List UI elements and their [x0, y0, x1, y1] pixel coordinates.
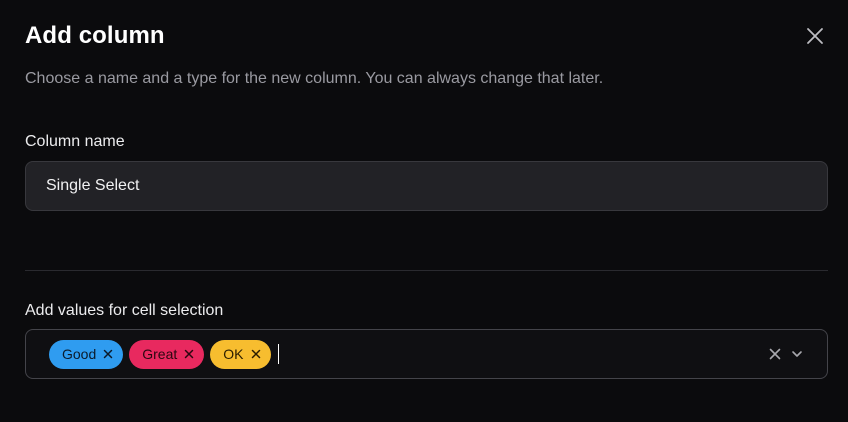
dropdown-toggle-button[interactable]	[789, 346, 805, 362]
value-chip: Great	[129, 339, 205, 369]
column-name-label: Column name	[25, 133, 125, 150]
dialog-subtitle: Choose a name and a type for the new col…	[25, 70, 604, 87]
value-chip-label: Great	[142, 346, 178, 362]
close-button[interactable]	[803, 24, 827, 48]
dialog-title: Add column	[25, 22, 165, 49]
value-chip: Good	[49, 339, 124, 369]
close-icon	[251, 349, 260, 359]
section-divider	[25, 270, 828, 271]
value-chip-label: OK	[223, 346, 244, 362]
value-chip: OK	[210, 339, 271, 369]
multiselect-controls	[767, 330, 805, 378]
clear-values-button[interactable]	[767, 346, 783, 362]
close-icon	[807, 28, 823, 44]
cell-values-label: Add values for cell selection	[25, 302, 224, 319]
chevron-down-icon	[792, 351, 802, 357]
close-icon	[185, 349, 194, 359]
add-column-dialog: Add column Choose a name and a type for …	[0, 0, 848, 422]
remove-chip-button[interactable]	[183, 348, 195, 360]
clear-icon	[769, 348, 781, 360]
cell-values-multiselect[interactable]: Good Great OK	[25, 329, 828, 379]
column-name-input[interactable]	[25, 161, 828, 211]
text-caret	[277, 344, 279, 364]
close-icon	[104, 349, 113, 359]
chip-list: Good Great OK	[49, 339, 277, 369]
remove-chip-button[interactable]	[250, 348, 262, 360]
remove-chip-button[interactable]	[102, 348, 114, 360]
value-chip-label: Good	[62, 346, 97, 362]
